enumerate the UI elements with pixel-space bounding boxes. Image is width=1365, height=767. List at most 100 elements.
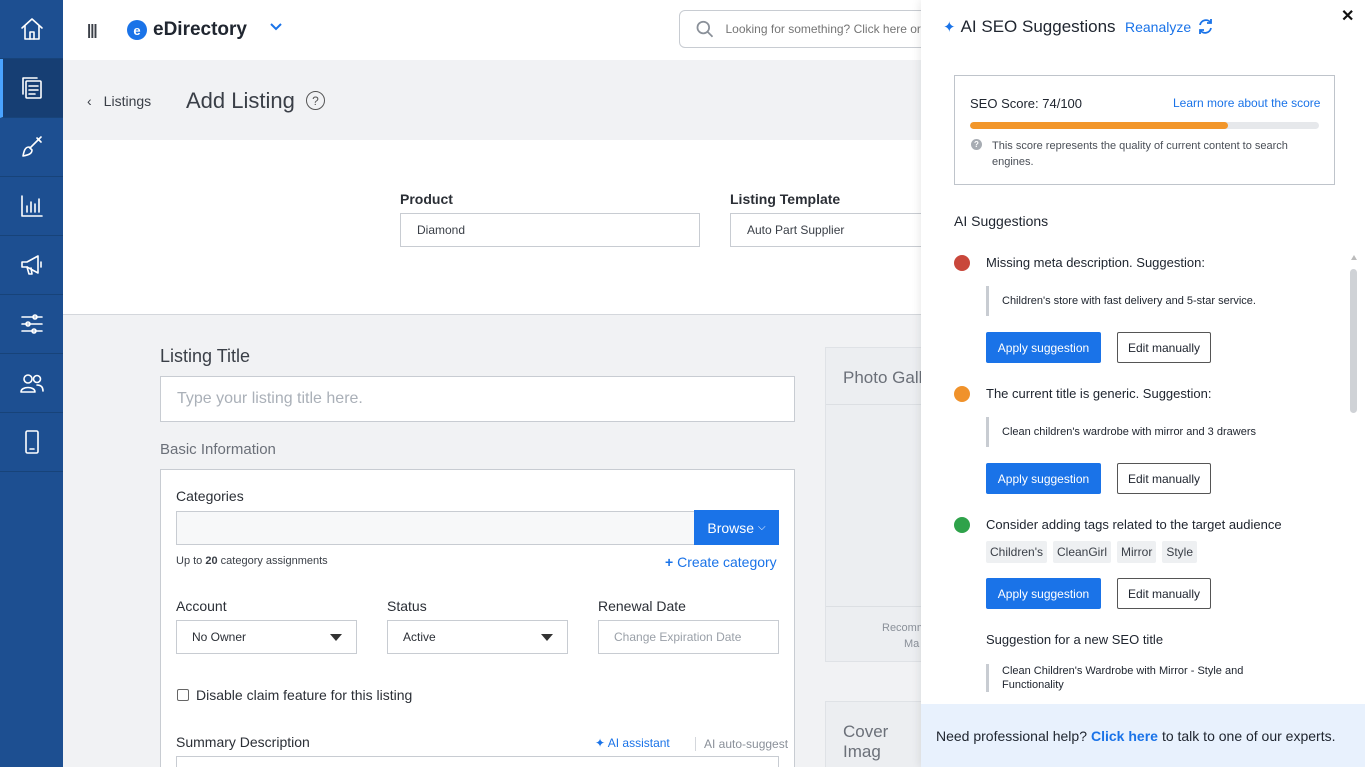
gallery-rec-line2: Ma — [904, 638, 920, 650]
home-icon — [20, 18, 43, 40]
chevron-down-icon[interactable] — [269, 18, 283, 34]
breadcrumb-listings: Listings — [103, 93, 152, 109]
category-limit-count: 20 — [205, 555, 218, 567]
footer-click-here-link[interactable]: Click here — [1091, 728, 1158, 744]
sparkle-icon: ✦ — [943, 19, 956, 36]
sidebar-item-mobile[interactable] — [0, 413, 63, 472]
footer-suffix: to talk to one of our experts. — [1161, 727, 1336, 744]
disable-claim-checkbox[interactable] — [177, 689, 189, 701]
create-category-link[interactable]: + Create category — [665, 554, 777, 570]
dropdown-caret-icon — [330, 634, 342, 641]
promotion-megaphone-icon — [20, 255, 42, 275]
scroll-thumb[interactable] — [1350, 269, 1357, 413]
sidebar-item-home[interactable] — [0, 0, 63, 59]
sidebar-item-settings[interactable] — [0, 295, 63, 354]
account-select[interactable]: No Owner — [176, 620, 357, 654]
gallery-rec-line1: Recomm — [882, 622, 927, 634]
status-select[interactable]: Active — [387, 620, 568, 654]
chevron-down-icon: ⌵ — [758, 522, 766, 533]
refresh-icon — [1199, 19, 1213, 34]
sidebar-item-listings[interactable] — [0, 59, 63, 118]
plus-icon: + — [665, 554, 674, 570]
users-icon — [19, 374, 44, 393]
edit-manually-button[interactable]: Edit manually — [1117, 332, 1211, 363]
browse-button[interactable]: Browse ⌵ — [694, 510, 779, 545]
help-icon[interactable]: ? — [306, 91, 325, 110]
panel-title: ✦ AI SEO Suggestions — [943, 17, 1116, 37]
reanalyze-button[interactable]: Reanalyze — [1125, 18, 1214, 35]
product-label: Product — [400, 191, 453, 207]
info-icon: ? — [971, 139, 982, 150]
search-icon — [696, 20, 714, 38]
ai-assistant-link[interactable]: ✦ AI assistant — [595, 736, 670, 750]
sidebar-item-users[interactable] — [0, 354, 63, 413]
sparkle-icon: ✦ — [595, 736, 606, 750]
edit-manually-button[interactable]: Edit manually — [1117, 463, 1211, 494]
template-select[interactable]: Auto Part Supplier — [730, 213, 930, 247]
tag-chip[interactable]: Mirror — [1117, 541, 1157, 563]
close-icon[interactable]: ✕ — [1341, 6, 1354, 26]
status-dot-icon — [954, 386, 970, 402]
divider — [826, 404, 926, 405]
reanalyze-label: Reanalyze — [1125, 18, 1192, 35]
scroll-up-arrow-icon[interactable] — [1351, 255, 1357, 260]
category-limit-prefix: Up to — [176, 555, 203, 567]
brand-name: eDirectory — [153, 19, 247, 40]
summary-description-input[interactable] — [176, 756, 779, 767]
tag-chip[interactable]: Style — [1162, 541, 1198, 563]
suggestion-quote: Clean children's wardrobe with mirror an… — [986, 417, 1256, 447]
breadcrumb-back[interactable]: ‹ Listings — [87, 93, 151, 109]
status-dot-icon — [954, 255, 970, 271]
ai-autosuggest-link[interactable]: AI auto-suggest — [695, 737, 788, 751]
settings-sliders-icon — [20, 314, 43, 334]
brand-logo-mark: e — [127, 20, 147, 40]
seo-score-label: SEO Score: 74/100 — [970, 96, 1083, 111]
summary-description-label: Summary Description — [176, 734, 310, 750]
seo-score-bar-fill — [970, 122, 1229, 129]
suggestion-text: Consider adding tags related to the targ… — [986, 517, 1282, 532]
listing-title-input[interactable]: Type your listing title here. — [160, 376, 795, 422]
photo-gallery-card: Photo Galle Recomm Ma — [825, 347, 932, 662]
seo-score-bar — [970, 122, 1319, 129]
ai-assistant-label: AI assistant — [607, 736, 670, 750]
menu-toggle-icon[interactable]: ||| — [87, 22, 98, 39]
dropdown-caret-icon — [541, 634, 553, 641]
product-select[interactable]: Diamond — [400, 213, 700, 247]
seo-score-card: SEO Score: 74/100 Learn more about the s… — [954, 75, 1335, 185]
suggestion-text: The current title is generic. Suggestion… — [986, 386, 1212, 401]
sidebar-nav — [0, 0, 63, 767]
listings-icon — [22, 77, 42, 99]
footer-prefix: Need professional help? — [936, 727, 1087, 744]
disable-claim-label: Disable claim feature for this listing — [196, 687, 413, 703]
category-limit-text: Up to 20 category assignments — [176, 555, 328, 567]
design-brush-icon — [21, 136, 42, 157]
tag-chip[interactable]: Children's — [986, 541, 1047, 563]
suggestion-quote: Children's store with fast delivery and … — [986, 286, 1256, 316]
help-footer: Need professional help? Click here to ta… — [921, 704, 1365, 767]
ai-suggestions-heading: AI Suggestions — [954, 213, 1049, 229]
suggestion-text: Missing meta description. Suggestion: — [986, 255, 1205, 270]
sidebar-item-reports[interactable] — [0, 177, 63, 236]
learn-more-score-link[interactable]: Learn more about the score — [1173, 96, 1320, 110]
apply-suggestion-button[interactable]: Apply suggestion — [986, 463, 1101, 494]
categories-label: Categories — [176, 488, 244, 504]
suggestion-text: Suggestion for a new SEO title — [986, 632, 1164, 647]
ai-seo-panel: ✦ AI SEO Suggestions Reanalyze ✕ SEO Sco… — [921, 0, 1365, 767]
sidebar-item-promotion[interactable] — [0, 236, 63, 295]
status-value: Active — [403, 630, 436, 644]
suggested-tags: Children's CleanGirl Mirror Style — [986, 541, 1198, 563]
divider — [826, 606, 926, 607]
panel-scrollbar[interactable] — [1350, 255, 1357, 705]
apply-suggestion-button[interactable]: Apply suggestion — [986, 578, 1101, 609]
renewal-date-input[interactable]: Change Expiration Date — [598, 620, 779, 654]
brand-logo[interactable]: e eDirectory — [127, 19, 247, 41]
sidebar-item-design[interactable] — [0, 118, 63, 177]
categories-input[interactable] — [176, 511, 696, 545]
apply-suggestion-button[interactable]: Apply suggestion — [986, 332, 1101, 363]
edit-manually-button[interactable]: Edit manually — [1117, 578, 1211, 609]
basic-info-label: Basic Information — [160, 441, 276, 458]
cover-image-title: Cover Imag — [843, 722, 889, 761]
page-title: Add Listing — [186, 88, 295, 113]
tag-chip[interactable]: CleanGirl — [1052, 541, 1111, 563]
basic-info-card: Categories Browse ⌵ Up to 20 category as… — [160, 469, 795, 767]
